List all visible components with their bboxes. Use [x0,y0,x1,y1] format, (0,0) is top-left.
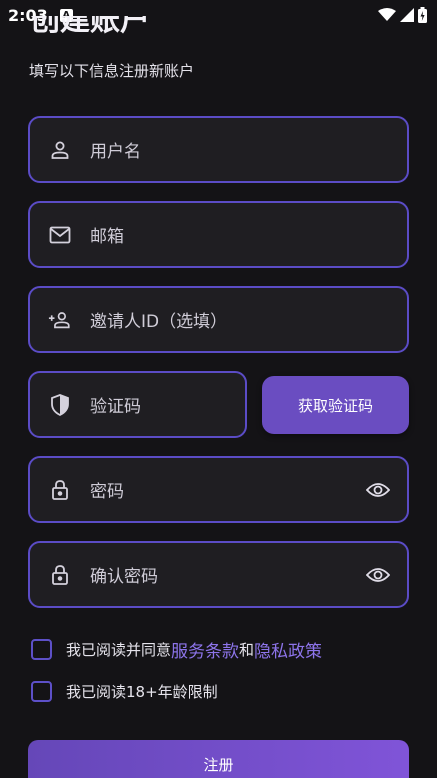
confirm-password-placeholder: 确认密码 [90,567,158,587]
invite-id-field[interactable]: 邀请人ID（选填） [28,286,409,353]
register-button[interactable]: 注册 [28,740,409,778]
eye-icon[interactable] [365,562,391,588]
username-field[interactable]: 用户名 [28,116,409,183]
lock-icon [48,563,72,587]
privacy-link[interactable]: 隐私政策 [254,637,322,662]
shield-icon [48,393,72,417]
wifi-icon [378,8,396,21]
mail-icon [48,223,72,247]
lock-icon [48,478,72,502]
username-placeholder: 用户名 [90,142,141,162]
age-agreement-row: 我已阅读18+年龄限制 [31,681,218,702]
person-icon [48,138,72,162]
invite-id-placeholder: 邀请人ID（选填） [90,312,228,332]
battery-icon [418,7,427,23]
password-placeholder: 密码 [90,482,124,502]
page-title: 创建账户 [30,16,150,38]
verification-code-placeholder: 验证码 [90,397,141,417]
eye-icon[interactable] [365,477,391,503]
terms-prefix: 我已阅读并同意 [66,641,172,659]
person-add-icon [48,308,72,332]
password-field[interactable]: 密码 [28,456,409,523]
age-label: 我已阅读18+年龄限制 [66,683,218,701]
signal-icon [400,8,414,22]
age-checkbox[interactable] [31,681,52,702]
status-right [378,7,427,23]
page-subtitle: 填写以下信息注册新账户 [29,62,195,80]
get-code-button[interactable]: 获取验证码 [262,376,409,434]
email-placeholder: 邮箱 [90,227,124,247]
email-field[interactable]: 邮箱 [28,201,409,268]
terms-checkbox[interactable] [31,639,52,660]
confirm-password-field[interactable]: 确认密码 [28,541,409,608]
verification-code-field[interactable]: 验证码 [28,371,247,438]
terms-and: 和 [239,641,255,659]
terms-link[interactable]: 服务条款 [171,637,239,662]
terms-agreement-row: 我已阅读并同意 服务条款 和 隐私政策 [31,637,322,662]
title-clip: 创建账户 [30,16,230,40]
